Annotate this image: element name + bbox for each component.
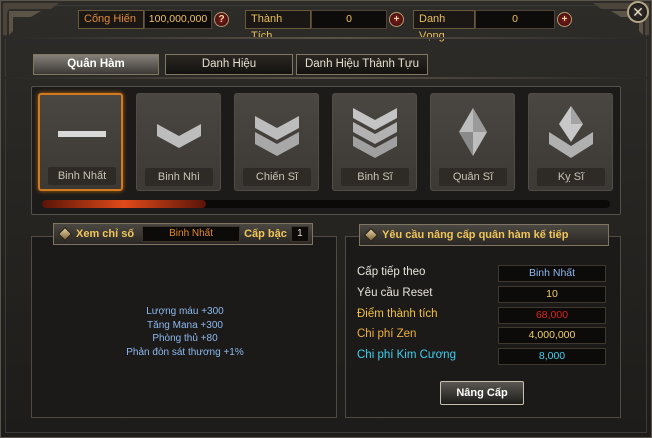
req-value: Binh Nhất — [498, 265, 606, 282]
rank-scrollbar-thumb[interactable] — [42, 200, 206, 208]
stats-header: Xem chỉ số Binh Nhất Cấp bậc 1 — [53, 223, 313, 245]
stat-line: Lượng máu +300 — [146, 306, 224, 317]
currency-value: 0 — [475, 10, 555, 29]
rank-name: Chiến Sĩ — [243, 168, 311, 186]
divider — [2, 77, 650, 79]
level-label: Cấp bậc — [244, 228, 287, 240]
currency-cong-hien: Cống Hiến 100,000,000 ? — [78, 9, 229, 30]
diamond-chevron-icon — [549, 106, 593, 158]
rank-card-binh-nhat[interactable]: Binh Nhất — [38, 93, 123, 191]
level-value: 1 — [290, 226, 309, 242]
upgrade-button[interactable]: Nâng Cấp — [440, 381, 524, 405]
rank-card-ky-si[interactable]: Kỵ Sĩ — [528, 93, 613, 191]
requirements-header: Yêu cầu nâng cấp quân hàm kế tiếp — [359, 224, 609, 246]
diamond-bullet-icon — [57, 226, 73, 242]
currency-label: Thành Tích — [245, 10, 311, 42]
stat-bonus-list: Lượng máu +300 Tăng Mana +300 Phòng thủ … — [32, 305, 338, 359]
req-value: 68,000 — [498, 307, 606, 324]
divider — [2, 37, 650, 39]
req-row-reset: Yêu cầu Reset 10 — [357, 286, 607, 304]
corner-ornament-icon — [3, 3, 59, 35]
rank-card-binh-nhi[interactable]: Binh Nhì — [136, 93, 221, 191]
stats-header-bar: Xem chỉ số Binh Nhất Cấp bậc 1 — [53, 223, 313, 245]
req-row-zen-cost: Chi phí Zen 4,000,000 — [357, 327, 607, 345]
req-value: 8,000 — [498, 348, 606, 365]
rank-name: Binh Nhì — [145, 168, 213, 186]
add-danh-vong-button[interactable]: + — [557, 12, 572, 27]
requirements-header-bar: Yêu cầu nâng cấp quân hàm kế tiếp — [359, 224, 609, 246]
diamond-rank-icon — [459, 108, 487, 156]
stat-line: Tăng Mana +300 — [147, 319, 223, 331]
req-row-next-level: Cấp tiếp theo Binh Nhất — [357, 265, 607, 283]
stats-title: Xem chỉ số — [76, 228, 135, 240]
close-button[interactable]: ✕ — [627, 1, 649, 23]
rank-card-binh-si[interactable]: Binh Sĩ — [332, 93, 417, 191]
single-chevron-icon — [157, 124, 201, 148]
rank-name: Binh Nhất — [48, 167, 116, 185]
req-label: Cấp tiếp theo — [357, 266, 426, 278]
req-label: Điểm thành tích — [357, 308, 438, 320]
rank-name: Binh Sĩ — [341, 168, 409, 186]
rank-list-panel: Binh Nhất Binh Nhì Chiến Sĩ Binh Sĩ Quân… — [31, 86, 621, 215]
req-row-achievement-points: Điểm thành tích 68,000 — [357, 307, 607, 325]
current-rank-value: Binh Nhất — [142, 226, 241, 242]
currency-value: 0 — [311, 10, 387, 29]
currency-label: Danh Vọng — [413, 10, 475, 42]
stat-line: Phòng thủ +80 — [152, 333, 218, 344]
triple-chevron-icon — [353, 108, 397, 158]
req-value: 4,000,000 — [498, 327, 606, 344]
add-thanh-tich-button[interactable]: + — [389, 12, 404, 27]
rank-name: Quân Sĩ — [439, 168, 507, 186]
currency-label: Cống Hiến — [78, 10, 144, 29]
diamond-bullet-icon — [363, 227, 379, 243]
req-label: Yêu cầu Reset — [357, 287, 433, 299]
currency-value: 100,000,000 — [144, 10, 212, 29]
rank-card-quan-si[interactable]: Quân Sĩ — [430, 93, 515, 191]
help-button[interactable]: ? — [214, 12, 229, 27]
currency-thanh-tich: Thành Tích 0 + — [245, 9, 404, 42]
req-label: Chi phí Zen — [357, 328, 417, 340]
tab-danh-hieu-thanh-tuu[interactable]: Danh Hiệu Thành Tựu — [296, 54, 428, 75]
req-label: Chi phí Kim Cương — [357, 349, 456, 361]
stat-line: Phản đòn sát thương +1% — [126, 346, 244, 358]
req-value: 10 — [498, 286, 606, 303]
requirements-title: Yêu cầu nâng cấp quân hàm kế tiếp — [382, 229, 569, 241]
currency-danh-vong: Danh Vọng 0 + — [413, 9, 572, 42]
rank-bar-icon — [58, 131, 106, 137]
rank-card-chien-si[interactable]: Chiến Sĩ — [234, 93, 319, 191]
req-row-diamond-cost: Chi phí Kim Cương 8,000 — [357, 348, 607, 366]
rank-name: Kỵ Sĩ — [537, 168, 605, 186]
tab-danh-hieu[interactable]: Danh Hiệu — [165, 54, 293, 75]
double-chevron-icon — [255, 116, 299, 156]
tab-quan-ham[interactable]: Quân Hàm — [33, 54, 159, 75]
